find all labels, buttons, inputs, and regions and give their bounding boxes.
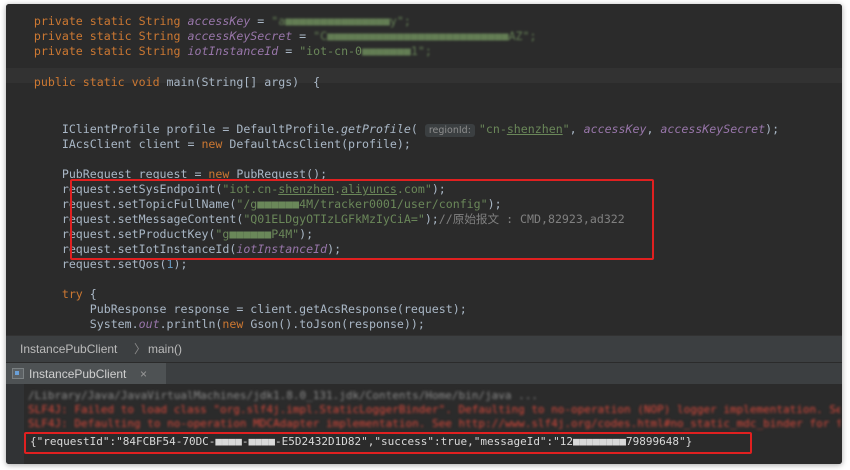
field-name: accessKey [583, 122, 647, 136]
breadcrumb: InstancePubClient 〉 main() [6, 335, 842, 363]
string-literal: shenzhen [506, 122, 563, 136]
operator: = [250, 14, 272, 28]
code-text: IAcsClient client = [6, 137, 202, 151]
breadcrumb-class[interactable]: InstancePubClient [20, 336, 117, 363]
run-tab-bar: InstancePubClient × [6, 362, 842, 385]
code-line: IClientProfile profile = DefaultProfile.… [6, 122, 779, 137]
code-line: IAcsClient client = new DefaultAcsClient… [6, 137, 411, 152]
run-tab-label: InstancePubClient [29, 367, 127, 381]
string-literal: "C■■■■■■■■■■■■■■■■■■■■■■■■■■AZ"; [313, 29, 537, 43]
keyword: private static String [6, 44, 188, 58]
highlight-box-code [70, 179, 654, 260]
code-text: { [82, 287, 97, 301]
field-name: accessKeySecret [187, 29, 293, 43]
code-text: PubResponse response = client.getAcsResp… [6, 302, 467, 316]
code-text: , [569, 122, 584, 136]
close-icon[interactable]: × [140, 363, 147, 385]
code-line: private static String accessKey = "a■■■■… [6, 14, 411, 29]
parameter-hint: regionId: [424, 124, 475, 137]
console-line-error: SLF4J: Defaulting to no-operation MDCAda… [28, 417, 840, 430]
method-signature: main(String[] args) { [166, 75, 321, 89]
code-text: DefaultAcsClient(profile); [222, 137, 411, 151]
run-config-icon [12, 368, 24, 379]
code-text: .println( [159, 317, 223, 331]
chevron-right-icon: 〉 [134, 342, 147, 356]
console-gutter [6, 384, 24, 464]
field-name: accessKey [187, 14, 251, 28]
keyword: private static String [6, 14, 188, 28]
operator: = [278, 44, 300, 58]
operator: = [292, 29, 314, 43]
code-line: private static String accessKeySecret = … [6, 29, 537, 44]
console-output[interactable]: /Library/Java/JavaVirtualMachines/jdk1.8… [6, 384, 842, 464]
highlight-box-response [24, 432, 752, 454]
keyword: try [6, 287, 83, 301]
string-literal-redacted: ■■■■■■■1"; [362, 44, 432, 58]
code-text: , [646, 122, 661, 136]
field-name: iotInstanceId [187, 44, 279, 58]
code-text: ( [410, 122, 425, 136]
string-literal: "a■■■■■■■■■■■■■■■y"; [271, 14, 411, 28]
string-literal: "iot-cn-0 [299, 44, 363, 58]
breadcrumb-method[interactable]: main() [148, 336, 182, 363]
ide-window: private static String accessKey = "a■■■■… [6, 4, 842, 464]
code-line: System.out.println(new Gson().toJson(res… [6, 317, 425, 332]
code-line: PubResponse response = client.getAcsResp… [6, 302, 467, 317]
field-name: accessKeySecret [660, 122, 766, 136]
code-line: try { [6, 287, 97, 302]
method-call: getProfile [341, 122, 411, 136]
code-text: IClientProfile profile = DefaultProfile. [6, 122, 342, 136]
field-name: out [138, 317, 160, 331]
code-line: public static void main(String[] args) { [6, 75, 320, 90]
code-text: Gson().toJson(response)); [243, 317, 425, 331]
run-tab[interactable]: InstancePubClient × [6, 363, 166, 385]
keyword: new [222, 317, 244, 331]
console-line: /Library/Java/JavaVirtualMachines/jdk1.8… [28, 389, 538, 402]
console-line-error: SLF4J: Failed to load class "org.slf4j.i… [28, 403, 840, 416]
code-line: private static String iotInstanceId = "i… [6, 44, 432, 59]
code-text: ); [765, 122, 780, 136]
keyword: public static void [6, 75, 167, 89]
keyword: private static String [6, 29, 188, 43]
code-editor[interactable]: private static String accessKey = "a■■■■… [6, 4, 842, 335]
keyword: new [201, 137, 223, 151]
string-literal: " [562, 122, 570, 136]
string-literal: "cn- [478, 122, 507, 136]
code-text: System. [6, 317, 139, 331]
